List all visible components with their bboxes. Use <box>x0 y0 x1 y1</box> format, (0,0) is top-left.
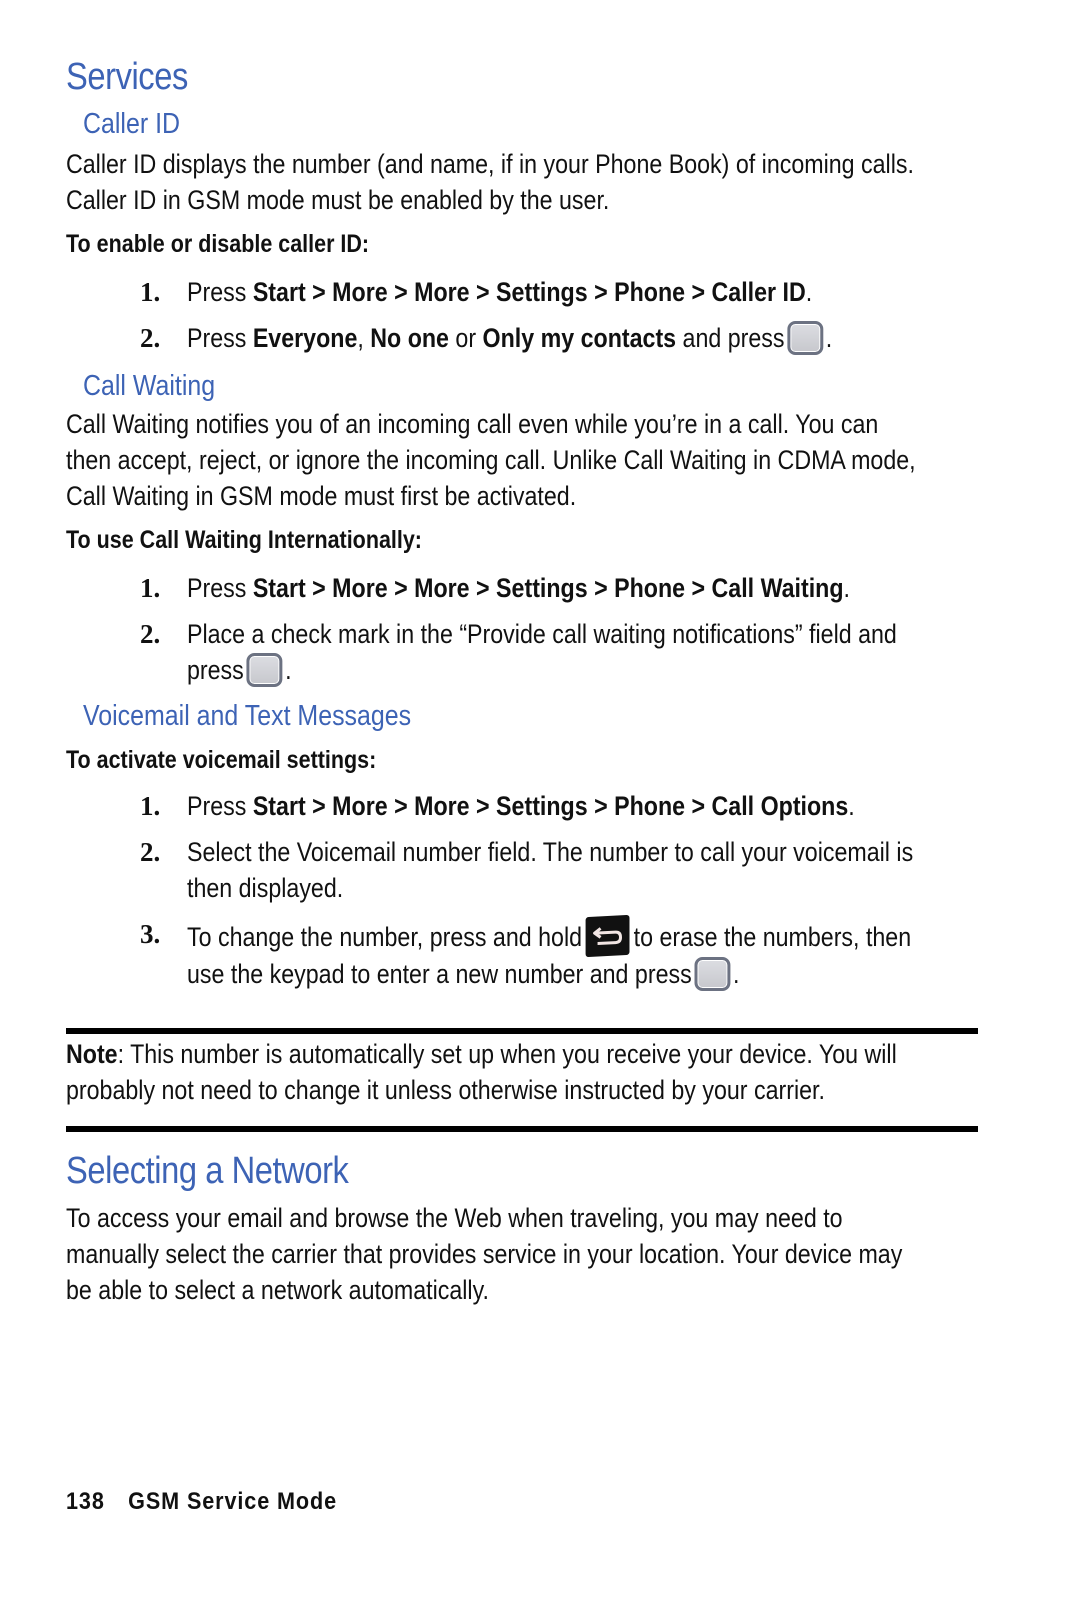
step-number: 1. <box>140 573 161 603</box>
menu-path: Start > More > More > Settings > Phone >… <box>252 573 844 603</box>
ok-key-icon <box>246 653 283 687</box>
text-line: manually select the carrier that provide… <box>66 1239 903 1269</box>
ok-key-icon <box>787 321 824 355</box>
call-waiting-description: Call Waiting notifies you of an incoming… <box>66 406 978 514</box>
caller-id-description: Caller ID displays the number (and name,… <box>66 146 978 218</box>
option-only-my-contacts: Only my contacts <box>482 323 677 353</box>
option-no-one: No one <box>370 323 449 353</box>
call-waiting-heading: Call Waiting <box>83 370 216 402</box>
voicemail-procedure-title: To activate voicemail settings: <box>66 746 377 774</box>
page-title: Services <box>66 56 188 98</box>
punctuation: . <box>843 573 851 603</box>
step-text: Press <box>187 323 253 353</box>
note-top-divider <box>66 1028 978 1034</box>
selecting-network-description: To access your email and browse the Web … <box>66 1200 978 1308</box>
punctuation: . <box>285 655 292 685</box>
step-number: 1. <box>140 277 161 307</box>
page-number: 138 <box>66 1488 105 1515</box>
caller-id-procedure-title: To enable or disable caller ID: <box>66 230 370 258</box>
step-text: to erase the numbers, then <box>633 922 912 952</box>
footer-section-title: GSM Service Mode <box>128 1488 338 1515</box>
punctuation: . <box>848 791 855 821</box>
text-line: Caller ID displays the number (and name,… <box>66 149 914 179</box>
punctuation: . <box>825 323 833 353</box>
note-label: Note <box>66 1039 118 1069</box>
back-key-icon <box>585 914 630 958</box>
caller-id-heading: Caller ID <box>83 108 181 140</box>
step-text: Place a check mark in the “Provide call … <box>187 619 897 649</box>
text-line: then accept, reject, or ignore the incom… <box>66 445 916 475</box>
step-number: 1. <box>140 791 161 821</box>
separator: or <box>448 323 483 353</box>
step-number: 2. <box>140 619 161 649</box>
call-waiting-procedure-title: To use Call Waiting Internationally: <box>66 526 422 554</box>
selecting-network-heading: Selecting a Network <box>66 1150 349 1192</box>
note-text: probably not need to change it unless ot… <box>66 1075 825 1105</box>
text-line: be able to select a network automaticall… <box>66 1275 489 1305</box>
page-footer: 138 GSM Service Mode <box>66 1488 337 1516</box>
text-line: Call Waiting in GSM mode must first be a… <box>66 481 577 511</box>
step-text: To change the number, press and hold <box>187 922 583 952</box>
menu-path: Start > More > More > Settings > Phone >… <box>252 791 849 821</box>
menu-path: Start > More > More > Settings > Phone >… <box>252 277 806 307</box>
note-bottom-divider <box>66 1126 978 1132</box>
step-text: Press <box>187 573 253 603</box>
text-line: Call Waiting notifies you of an incoming… <box>66 409 879 439</box>
separator: , <box>357 323 371 353</box>
step-text: Press <box>187 791 253 821</box>
step-number: 2. <box>140 837 161 867</box>
step-text: press <box>187 655 244 685</box>
note-box: Note: This number is automatically set u… <box>66 1036 978 1108</box>
step-text: Select the Voicemail number field. The n… <box>187 837 914 867</box>
punctuation: . <box>805 277 813 307</box>
punctuation: . <box>732 959 740 989</box>
step-text: Press <box>187 277 253 307</box>
voicemail-heading: Voicemail and Text Messages <box>83 700 412 732</box>
step-text: and press <box>676 323 785 353</box>
step-text: then displayed. <box>187 873 344 903</box>
option-everyone: Everyone <box>252 323 358 353</box>
step-number: 3. <box>140 919 161 949</box>
note-text: : This number is automatically set up wh… <box>117 1039 897 1069</box>
ok-key-icon <box>694 957 731 991</box>
step-number: 2. <box>140 323 161 353</box>
step-text: use the keypad to enter a new number and… <box>187 959 692 989</box>
text-line: To access your email and browse the Web … <box>66 1203 843 1233</box>
text-line: Caller ID in GSM mode must be enabled by… <box>66 185 610 215</box>
